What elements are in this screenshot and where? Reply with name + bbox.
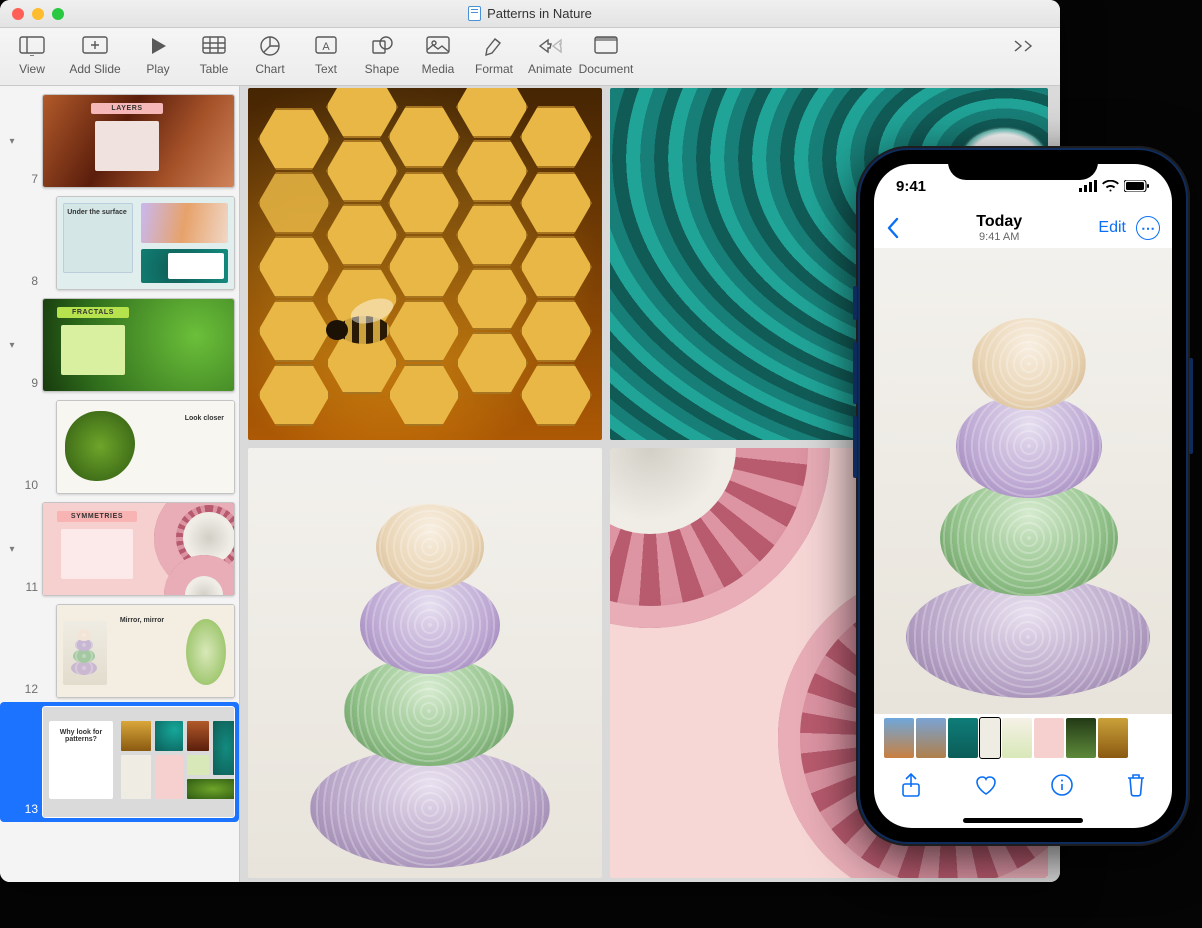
format-button[interactable]: Format — [466, 34, 522, 76]
svg-text:A: A — [322, 41, 330, 53]
edit-button[interactable]: Edit — [1098, 219, 1126, 237]
iphone-notch — [948, 150, 1098, 180]
play-label: Play — [146, 62, 169, 76]
slide-thumb-10[interactable]: 10 Look closer — [4, 400, 235, 494]
document-icon — [468, 6, 481, 21]
document-icon — [594, 36, 618, 56]
iphone-screen: 9:41 Today 9:41 AM Edit ⋯ — [874, 164, 1172, 828]
toolbar-overflow-button[interactable] — [998, 34, 1054, 58]
document-label: Document — [579, 62, 634, 76]
chart-icon — [259, 35, 281, 57]
filmstrip-thumb[interactable] — [1034, 718, 1064, 758]
table-label: Table — [200, 62, 229, 76]
filmstrip-thumb-selected[interactable] — [980, 718, 1000, 758]
animate-label: Animate — [528, 62, 572, 76]
window-title-label: Patterns in Nature — [487, 6, 592, 21]
slide-thumb-9[interactable]: ▾ 9 FRACTALS — [4, 298, 235, 392]
disclosure-icon[interactable]: ▾ — [4, 544, 20, 555]
media-icon — [426, 36, 450, 56]
photos-nav: Today 9:41 AM Edit ⋯ — [874, 208, 1172, 248]
slide-thumb-7[interactable]: ▾ 7 LAYERS — [4, 94, 235, 188]
filmstrip-thumb[interactable] — [1002, 718, 1032, 758]
disclosure-icon[interactable]: ▾ — [4, 136, 20, 147]
battery-icon — [1124, 180, 1150, 192]
filmstrip-thumb[interactable] — [884, 718, 914, 758]
view-icon — [19, 36, 45, 56]
slide-thumb-12[interactable]: 12 Mirror, mirror — [4, 604, 235, 698]
slide-thumb-11[interactable]: ▾ 11 SYMMETRIES — [4, 502, 235, 596]
media-button[interactable]: Media — [410, 34, 466, 76]
media-label: Media — [422, 62, 455, 76]
chart-button[interactable]: Chart — [242, 34, 298, 76]
cellular-icon — [1079, 180, 1097, 192]
text-button[interactable]: A Text — [298, 34, 354, 76]
wifi-icon — [1102, 180, 1119, 192]
more-button[interactable]: ⋯ — [1136, 216, 1160, 240]
slide-navigator[interactable]: ▾ 7 LAYERS 8 Under the surface — [0, 86, 240, 882]
document-button[interactable]: Document — [578, 34, 634, 76]
chart-label: Chart — [255, 62, 284, 76]
slide-thumb-8[interactable]: 8 Under the surface — [4, 196, 235, 290]
slide-thumb-13[interactable]: 13 Why look for patterns? — [0, 702, 239, 822]
iphone-device: 9:41 Today 9:41 AM Edit ⋯ — [856, 146, 1190, 846]
home-indicator[interactable] — [874, 812, 1172, 828]
back-icon[interactable] — [886, 217, 900, 239]
toolbar: View Add Slide Play Table Chart A Text — [0, 28, 1060, 86]
view-label: View — [19, 62, 45, 76]
animate-icon — [537, 37, 563, 55]
view-button[interactable]: View — [4, 34, 60, 76]
table-icon — [202, 36, 226, 56]
filmstrip-thumb[interactable] — [916, 718, 946, 758]
play-button[interactable]: Play — [130, 34, 186, 76]
titlebar: Patterns in Nature — [0, 0, 1060, 28]
image-honeycomb[interactable] — [248, 88, 602, 440]
shape-button[interactable]: Shape — [354, 34, 410, 76]
table-button[interactable]: Table — [186, 34, 242, 76]
text-icon: A — [315, 36, 337, 56]
photo-viewer[interactable] — [874, 248, 1172, 714]
add-slide-label: Add Slide — [69, 62, 120, 76]
animate-button[interactable]: Animate — [522, 34, 578, 76]
play-icon — [148, 36, 168, 56]
format-icon — [483, 35, 505, 57]
filmstrip-thumb[interactable] — [1066, 718, 1096, 758]
status-time: 9:41 — [896, 178, 926, 195]
format-label: Format — [475, 62, 513, 76]
filmstrip-thumb[interactable] — [948, 718, 978, 758]
share-button[interactable] — [900, 772, 922, 803]
text-label: Text — [315, 62, 337, 76]
favorite-button[interactable] — [973, 773, 999, 802]
add-slide-button[interactable]: Add Slide — [60, 34, 130, 76]
disclosure-icon[interactable]: ▾ — [4, 340, 20, 351]
chevron-double-right-icon — [1012, 39, 1036, 53]
shape-icon — [371, 36, 393, 56]
filmstrip-thumb[interactable] — [1098, 718, 1128, 758]
photos-title: Today 9:41 AM — [976, 213, 1022, 243]
delete-button[interactable] — [1125, 772, 1147, 803]
info-button[interactable] — [1050, 773, 1074, 802]
add-slide-icon — [82, 36, 108, 56]
photos-toolbar — [874, 762, 1172, 812]
window-title: Patterns in Nature — [0, 6, 1060, 21]
photo-filmstrip[interactable] — [874, 714, 1172, 762]
image-urchin-stack[interactable] — [248, 448, 602, 878]
shape-label: Shape — [365, 62, 400, 76]
